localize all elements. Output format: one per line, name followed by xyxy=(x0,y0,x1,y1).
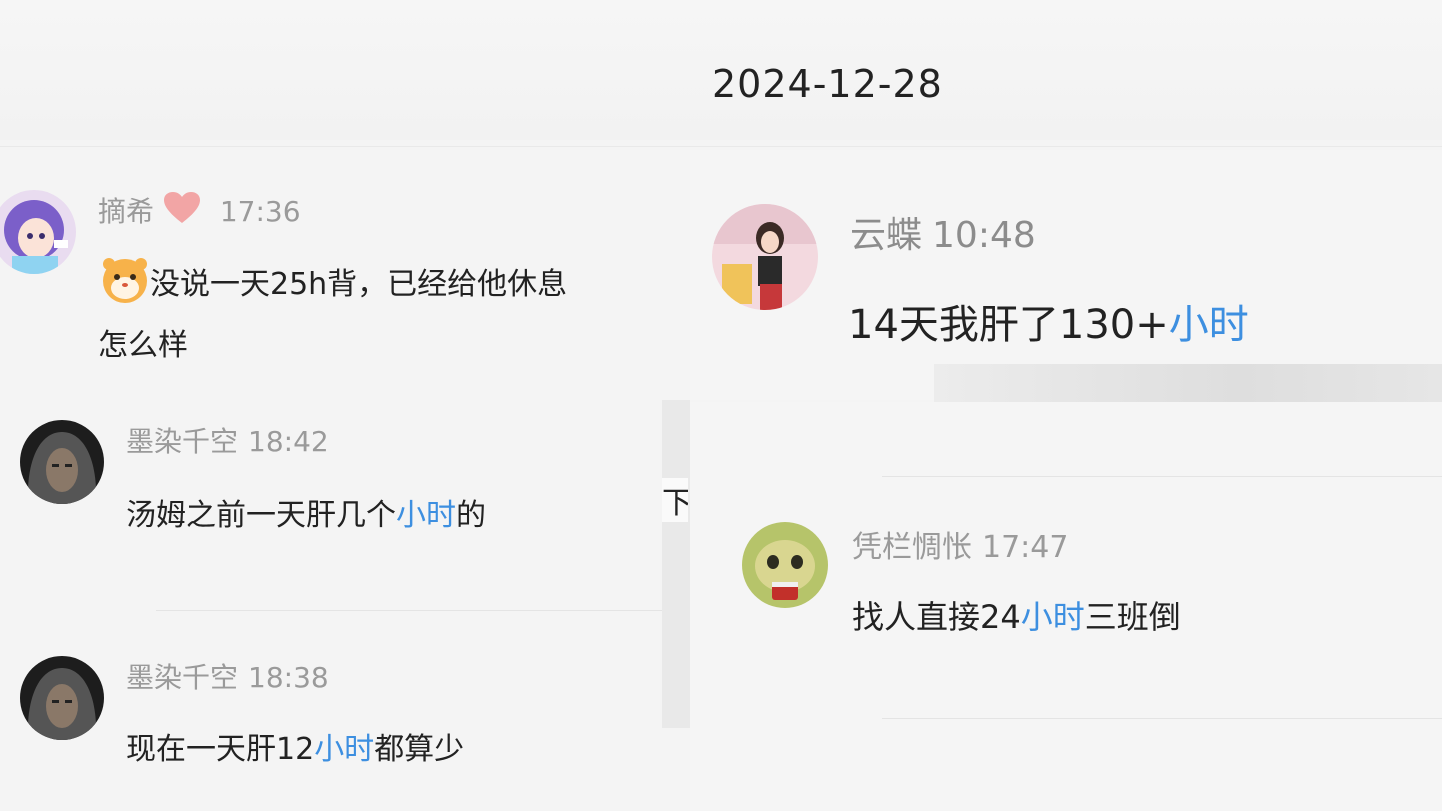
comment-divider xyxy=(882,476,1442,477)
panel-seam xyxy=(662,400,690,728)
right-comments-panel-bottom: 凭栏惆怅 17:47 找人直接24小时三班倒 xyxy=(690,402,1442,811)
comment-time: 18:38 xyxy=(248,661,329,694)
username[interactable]: 摘希 xyxy=(98,195,154,228)
top-divider xyxy=(0,146,1442,147)
hamster-emoji-icon xyxy=(100,254,150,312)
comment-divider xyxy=(156,610,662,611)
keyword-link[interactable]: 小时 xyxy=(1021,598,1085,636)
comment-text: 汤姆之前一天肝几个小时的 xyxy=(126,490,486,534)
comment-divider xyxy=(882,718,1442,719)
right-comments-panel-top: 云蝶 10:48 14天我肝了130+小时 xyxy=(690,150,1442,400)
text-segment: 找人直接24 xyxy=(852,598,1021,636)
date-header: 2024-12-28 xyxy=(712,62,943,106)
username[interactable]: 凭栏惆怅 xyxy=(852,530,972,565)
comment-time: 17:47 xyxy=(982,530,1069,565)
comment-text: 现在一天肝12小时都算少 xyxy=(126,724,464,768)
comment-text: 找人直接24小时三班倒 xyxy=(852,592,1181,638)
comment-line-1: 没说一天25h背，已经给他休息 xyxy=(150,267,568,302)
comment-meta: 墨染千空 18:42 xyxy=(126,420,329,460)
text-segment: 14天我肝了130+ xyxy=(848,302,1169,348)
text-segment: 都算少 xyxy=(374,732,465,767)
text-segment: 汤姆之前一天肝几个 xyxy=(126,498,396,533)
right-shadow-strip xyxy=(934,364,1442,402)
username[interactable]: 墨染千空 xyxy=(126,425,238,458)
avatar-anime-girl[interactable] xyxy=(0,190,76,274)
comment-text: 14天我肝了130+小时 xyxy=(848,292,1249,350)
comment-meta: 墨染千空 18:38 xyxy=(126,656,329,696)
username[interactable]: 云蝶 xyxy=(850,215,922,256)
text-segment: 三班倒 xyxy=(1084,598,1181,636)
username[interactable]: 墨染千空 xyxy=(126,661,238,694)
comment-meta: 摘希 17:36 xyxy=(98,190,301,232)
comment-time: 10:48 xyxy=(932,215,1036,256)
keyword-link[interactable]: 小时 xyxy=(314,732,374,767)
comment-time: 18:42 xyxy=(248,425,329,458)
text-segment: 现在一天肝12 xyxy=(126,732,315,767)
text-segment: 的 xyxy=(456,498,486,533)
left-comments-panel: 摘希 17:36 没说一天25h背，已经给他休息 怎么样 墨染千空 18:42 … xyxy=(0,150,662,811)
comment-line-2: 怎么样 xyxy=(98,328,188,363)
heart-icon xyxy=(163,191,201,232)
avatar-hooded-man[interactable] xyxy=(20,656,104,740)
partial-character: 下 xyxy=(662,478,688,522)
keyword-link[interactable]: 小时 xyxy=(396,498,456,533)
avatar-cosplay-girl[interactable] xyxy=(712,204,818,310)
avatar-cat[interactable] xyxy=(742,522,828,608)
comment-meta: 凭栏惆怅 17:47 xyxy=(852,522,1068,566)
avatar-hooded-man[interactable] xyxy=(20,420,104,504)
comment-text: 没说一天25h背，已经给他休息 xyxy=(100,254,567,312)
keyword-link[interactable]: 小时 xyxy=(1169,302,1249,348)
comment-meta: 云蝶 10:48 xyxy=(850,206,1036,258)
comment-time: 17:36 xyxy=(219,195,301,228)
